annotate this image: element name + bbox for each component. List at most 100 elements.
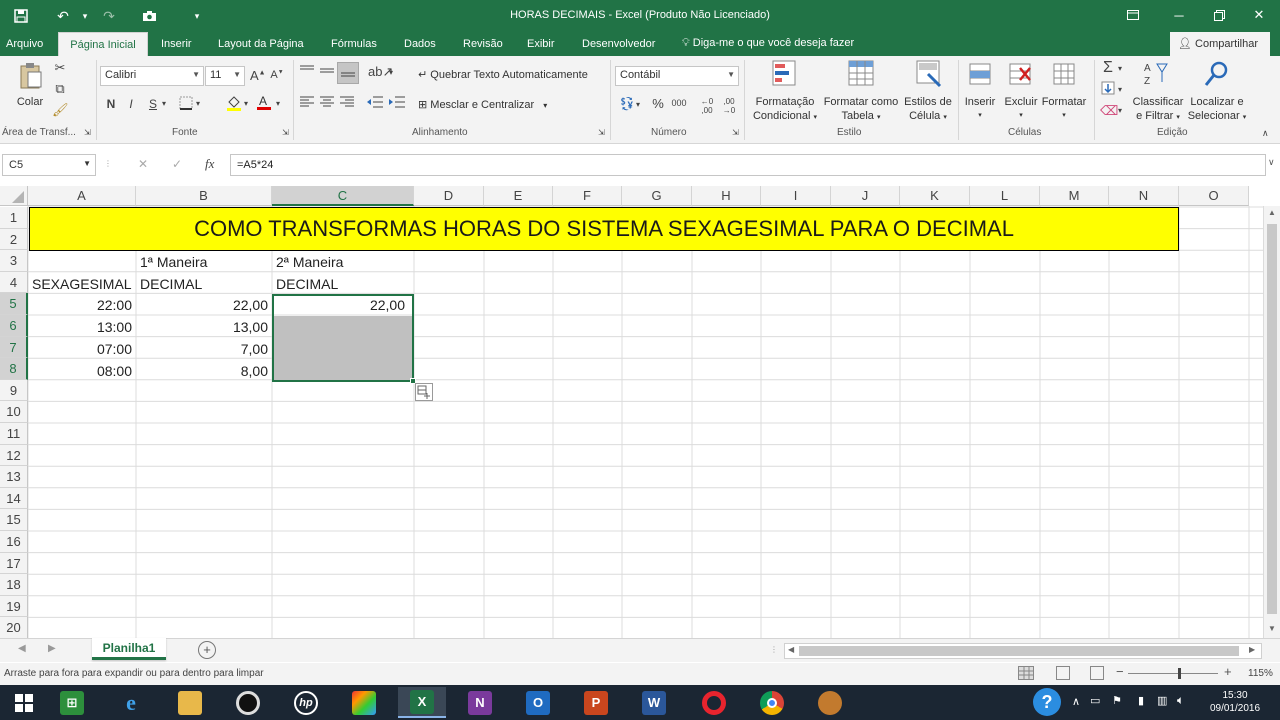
tab-dados[interactable]: Dados bbox=[398, 32, 442, 56]
tab-inserir[interactable]: Inserir bbox=[155, 32, 198, 56]
select-all-corner[interactable] bbox=[0, 186, 28, 206]
insert-cells-icon[interactable] bbox=[966, 62, 994, 89]
column-header-i[interactable]: I bbox=[761, 186, 831, 206]
increase-decimal-icon[interactable]: ←0,00 bbox=[698, 97, 716, 115]
cancel-formula-icon[interactable]: ✕ bbox=[138, 157, 148, 171]
internet-explorer-icon[interactable]: e bbox=[107, 687, 155, 718]
copy-icon[interactable]: ⧉ bbox=[52, 81, 68, 97]
insert-cells-button[interactable]: Inserir ▾ bbox=[960, 95, 1000, 123]
alignment-launcher-icon[interactable]: ⇲ bbox=[598, 128, 605, 137]
title-banner[interactable]: COMO TRANSFORMAS HORAS DO SISTEMA SEXAGE… bbox=[29, 207, 1179, 251]
cell-b3[interactable]: 1ª Maneira bbox=[136, 251, 211, 273]
scroll-up-icon[interactable]: ▲ bbox=[1264, 208, 1280, 217]
row-header-4[interactable]: 4 bbox=[0, 271, 28, 294]
tab-desenvolvedor[interactable]: Desenvolvedor bbox=[576, 32, 661, 56]
tab-revisao[interactable]: Revisão bbox=[457, 32, 509, 56]
percent-icon[interactable]: % bbox=[650, 96, 666, 111]
row-header-3[interactable]: 3 bbox=[0, 250, 28, 272]
name-box-dropdown-icon[interactable]: ▼ bbox=[83, 159, 91, 168]
sheet-tab-planilha1[interactable]: Planilha1 bbox=[92, 638, 166, 660]
cell-b8[interactable]: 8,00 bbox=[136, 360, 272, 382]
show-hidden-icons-icon[interactable]: ∧ bbox=[1072, 695, 1080, 708]
autosum-dropdown-icon[interactable]: ▾ bbox=[1118, 64, 1122, 73]
cell-a6[interactable]: 13:00 bbox=[28, 316, 136, 338]
formula-bar-splitter-icon[interactable]: ⋮ bbox=[104, 159, 112, 168]
close-icon[interactable]: ✕ bbox=[1236, 0, 1280, 30]
number-format-select[interactable]: Contábil ▼ bbox=[615, 66, 739, 86]
accounting-dropdown-icon[interactable]: ▾ bbox=[636, 100, 640, 109]
fill-color-dropdown-icon[interactable]: ▾ bbox=[244, 99, 248, 108]
monitor-tray-icon[interactable]: ▭ bbox=[1090, 694, 1100, 707]
vertical-scroll-thumb[interactable] bbox=[1267, 224, 1277, 614]
align-middle-icon[interactable] bbox=[318, 64, 336, 81]
orientation-icon[interactable]: ab↗ bbox=[368, 64, 393, 80]
merge-center-button[interactable]: ⊞ Mesclar e Centralizar ▾ bbox=[418, 98, 547, 111]
zoom-in-icon[interactable]: + bbox=[1224, 664, 1232, 679]
format-as-table-button[interactable]: Formatar como Tabela ▾ bbox=[820, 95, 902, 125]
accounting-format-icon[interactable]: 💱︎ bbox=[618, 96, 636, 112]
column-header-l[interactable]: L bbox=[970, 186, 1040, 206]
column-header-g[interactable]: G bbox=[622, 186, 692, 206]
normal-view-icon[interactable] bbox=[1018, 666, 1034, 680]
worksheet-grid[interactable]: ABCDEFGHIJKLMNO 1 2 3 4 5 6 7 8 9 10 11 12 13 14 15 16 1… bbox=[0, 186, 1280, 638]
row-header-20[interactable]: 20 bbox=[0, 617, 28, 638]
row-header-2[interactable]: 2 bbox=[0, 228, 28, 251]
paste-button[interactable]: Colar bbox=[14, 95, 46, 109]
zoom-slider[interactable] bbox=[1128, 673, 1218, 674]
cell-a5[interactable]: 22:00 bbox=[28, 294, 136, 316]
tab-split-handle-icon[interactable]: ⋮ bbox=[770, 645, 778, 654]
name-box[interactable]: C5 ▼ bbox=[2, 154, 96, 176]
align-left-icon[interactable] bbox=[298, 96, 316, 111]
cell-b4[interactable]: DECIMAL bbox=[136, 273, 206, 295]
number-launcher-icon[interactable]: ⇲ bbox=[732, 128, 739, 137]
conditional-formatting-icon[interactable] bbox=[770, 60, 800, 91]
word-icon[interactable]: W bbox=[630, 687, 678, 718]
fill-color-icon[interactable] bbox=[226, 94, 242, 115]
row-header-6[interactable]: 6 bbox=[0, 315, 28, 337]
find-select-icon[interactable] bbox=[1202, 60, 1230, 91]
ribbon-display-options-icon[interactable] bbox=[1110, 0, 1156, 30]
windows-start-icon[interactable] bbox=[0, 687, 48, 718]
row-header-18[interactable]: 18 bbox=[0, 574, 28, 596]
underline-button[interactable]: S bbox=[146, 97, 160, 111]
cell-b6[interactable]: 13,00 bbox=[136, 316, 272, 338]
excel-taskbar-icon[interactable]: X bbox=[398, 687, 446, 718]
row-header-9[interactable]: 9 bbox=[0, 379, 28, 402]
merge-dropdown-icon[interactable]: ▾ bbox=[543, 101, 547, 110]
find-select-button[interactable]: Localizar e Selecionar ▾ bbox=[1186, 95, 1248, 125]
cell-b7[interactable]: 7,00 bbox=[136, 338, 272, 360]
cell-a4[interactable]: SEXAGESIMAL bbox=[28, 273, 136, 295]
scroll-down-icon[interactable]: ▼ bbox=[1264, 624, 1280, 633]
opera-icon[interactable] bbox=[690, 687, 738, 718]
row-header-13[interactable]: 13 bbox=[0, 466, 28, 488]
vertical-scrollbar[interactable]: ▲ ▼ bbox=[1263, 206, 1280, 638]
row-header-7[interactable]: 7 bbox=[0, 336, 28, 359]
column-header-j[interactable]: J bbox=[831, 186, 900, 206]
page-break-view-icon[interactable] bbox=[1090, 666, 1104, 680]
align-top-icon[interactable] bbox=[298, 64, 316, 81]
hp-icon[interactable]: hp bbox=[282, 687, 330, 718]
decrease-indent-icon[interactable] bbox=[366, 96, 384, 111]
row-header-14[interactable]: 14 bbox=[0, 487, 28, 510]
paste-icon[interactable] bbox=[18, 62, 44, 92]
tab-arquivo[interactable]: Arquivo bbox=[0, 32, 49, 56]
cell-b5[interactable]: 22,00 bbox=[136, 294, 272, 316]
flag-tray-icon[interactable]: ⚑ bbox=[1112, 694, 1122, 707]
column-header-h[interactable]: H bbox=[692, 186, 761, 206]
collapse-ribbon-icon[interactable]: ∧ bbox=[1262, 128, 1269, 139]
row-header-5[interactable]: 5 bbox=[0, 293, 28, 315]
battery-icon[interactable]: ▮ bbox=[1138, 694, 1144, 707]
enter-formula-icon[interactable]: ✓ bbox=[172, 157, 182, 171]
horizontal-scroll-thumb[interactable] bbox=[799, 646, 1239, 656]
increase-indent-icon[interactable] bbox=[388, 96, 406, 111]
grow-font-icon[interactable]: A▲ bbox=[250, 68, 266, 83]
clear-icon[interactable]: ⌫ bbox=[1100, 103, 1118, 119]
font-family-select[interactable]: Calibri ▼ bbox=[100, 66, 204, 86]
zoom-slider-thumb[interactable] bbox=[1178, 668, 1181, 679]
conditional-formatting-button[interactable]: Formatação Condicional ▾ bbox=[746, 95, 824, 125]
orientation-dropdown-icon[interactable]: ▾ bbox=[389, 68, 393, 77]
borders-icon[interactable] bbox=[178, 96, 194, 113]
onenote-icon[interactable]: N bbox=[456, 687, 504, 718]
row-header-12[interactable]: 12 bbox=[0, 444, 28, 467]
insert-function-icon[interactable]: fx bbox=[205, 156, 214, 172]
